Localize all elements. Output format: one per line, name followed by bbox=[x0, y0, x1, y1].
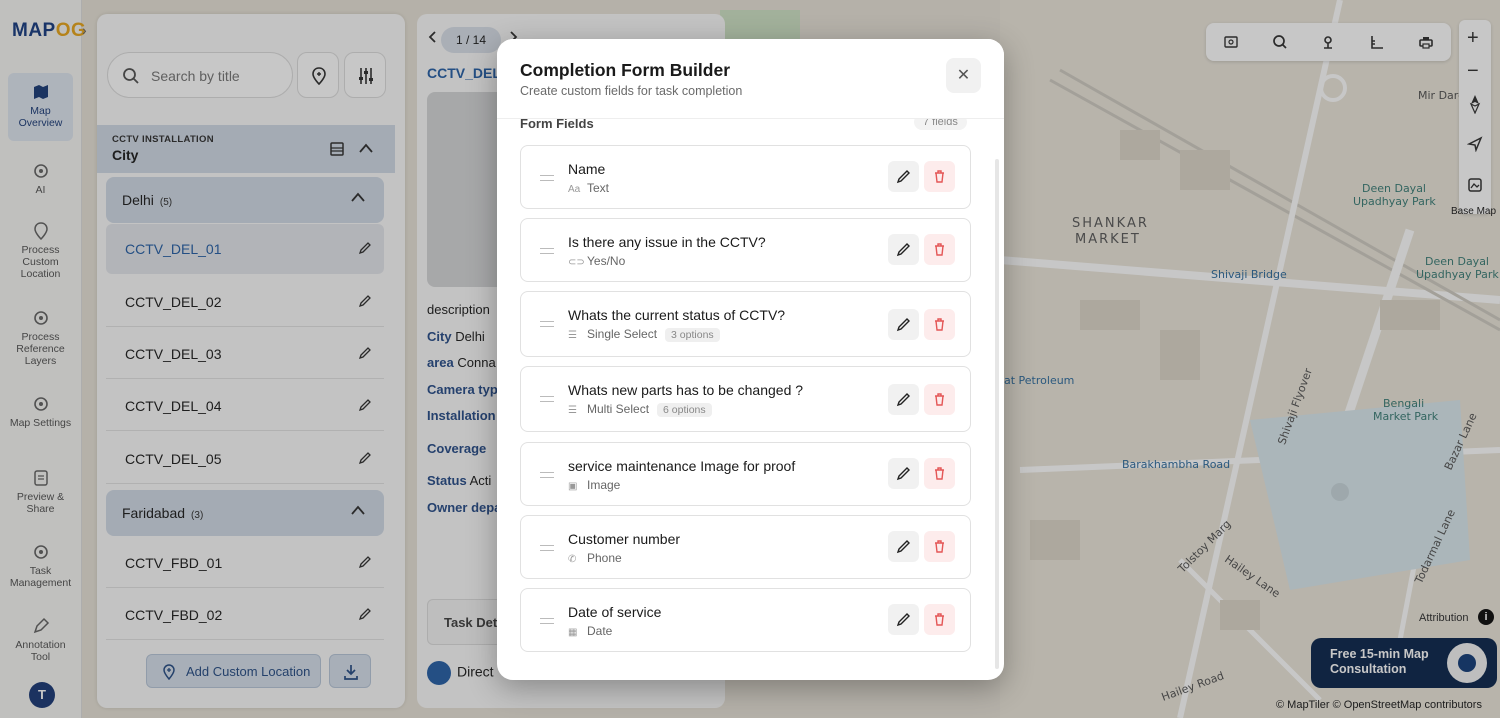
drag-handle-icon[interactable] bbox=[540, 321, 554, 327]
options-badge: 6 options bbox=[657, 403, 712, 417]
list-icon: ☰ bbox=[568, 405, 577, 416]
form-field-row[interactable]: Is there any issue in the CCTV? ⊂⊃ Yes/No bbox=[520, 218, 971, 282]
trash-icon bbox=[935, 243, 944, 256]
form-field-row[interactable]: Name Aa Text bbox=[520, 145, 971, 209]
pencil-icon bbox=[896, 318, 910, 332]
form-field-row[interactable]: Date of service ▦ Date bbox=[520, 588, 971, 652]
edit-field-button[interactable] bbox=[888, 234, 919, 265]
options-badge: 3 options bbox=[665, 328, 720, 342]
delete-field-button[interactable] bbox=[924, 384, 955, 415]
delete-field-button[interactable] bbox=[924, 604, 955, 635]
form-field-row[interactable]: service maintenance Image for proof ▣ Ima… bbox=[520, 442, 971, 506]
modal-subtitle: Create custom fields for task completion bbox=[520, 84, 743, 98]
image-icon: ▣ bbox=[568, 481, 578, 492]
edit-field-button[interactable] bbox=[888, 384, 919, 415]
edit-field-button[interactable] bbox=[888, 531, 919, 562]
trash-icon bbox=[935, 613, 944, 626]
list-icon: ☰ bbox=[568, 330, 577, 341]
pencil-icon bbox=[896, 393, 910, 407]
modal-title: Completion Form Builder bbox=[520, 60, 730, 80]
trash-icon bbox=[935, 318, 944, 331]
toggle-icon: ⊂⊃ bbox=[568, 257, 585, 268]
pencil-icon bbox=[896, 540, 910, 554]
modal-body: Form Fields 7 fields Name Aa Text Is ther… bbox=[497, 39, 1004, 680]
form-field-row[interactable]: Whats the current status of CCTV? ☰ Singl… bbox=[520, 291, 971, 357]
drag-handle-icon[interactable] bbox=[540, 248, 554, 254]
completion-form-builder-modal: Form Fields 7 fields Name Aa Text Is ther… bbox=[497, 39, 1004, 680]
close-icon: ✕ bbox=[956, 67, 971, 84]
edit-field-button[interactable] bbox=[888, 161, 919, 192]
pencil-icon bbox=[896, 613, 910, 627]
phone-icon: ✆ bbox=[568, 554, 577, 565]
trash-icon bbox=[935, 393, 944, 406]
trash-icon bbox=[935, 170, 944, 183]
pencil-icon bbox=[896, 467, 910, 481]
pencil-icon bbox=[896, 243, 910, 257]
form-field-row[interactable]: Customer number ✆ Phone bbox=[520, 515, 971, 579]
close-button[interactable]: ✕ bbox=[946, 58, 981, 93]
text-type-icon: Aa bbox=[568, 184, 581, 195]
edit-field-button[interactable] bbox=[888, 458, 919, 489]
delete-field-button[interactable] bbox=[924, 161, 955, 192]
edit-field-button[interactable] bbox=[888, 604, 919, 635]
calendar-icon: ▦ bbox=[568, 627, 578, 638]
delete-field-button[interactable] bbox=[924, 458, 955, 489]
trash-icon bbox=[935, 540, 944, 553]
form-field-row[interactable]: Whats new parts has to be changed ? ☰ Mul… bbox=[520, 366, 971, 432]
delete-field-button[interactable] bbox=[924, 234, 955, 265]
drag-handle-icon[interactable] bbox=[540, 396, 554, 402]
trash-icon bbox=[935, 467, 944, 480]
drag-handle-icon[interactable] bbox=[540, 175, 554, 181]
edit-field-button[interactable] bbox=[888, 309, 919, 340]
delete-field-button[interactable] bbox=[924, 531, 955, 562]
modal-header: Completion Form Builder Create custom fi… bbox=[497, 39, 1004, 119]
pencil-icon bbox=[896, 170, 910, 184]
modal-scrollbar[interactable] bbox=[995, 159, 999, 669]
drag-handle-icon[interactable] bbox=[540, 618, 554, 624]
drag-handle-icon[interactable] bbox=[540, 472, 554, 478]
drag-handle-icon[interactable] bbox=[540, 545, 554, 551]
delete-field-button[interactable] bbox=[924, 309, 955, 340]
